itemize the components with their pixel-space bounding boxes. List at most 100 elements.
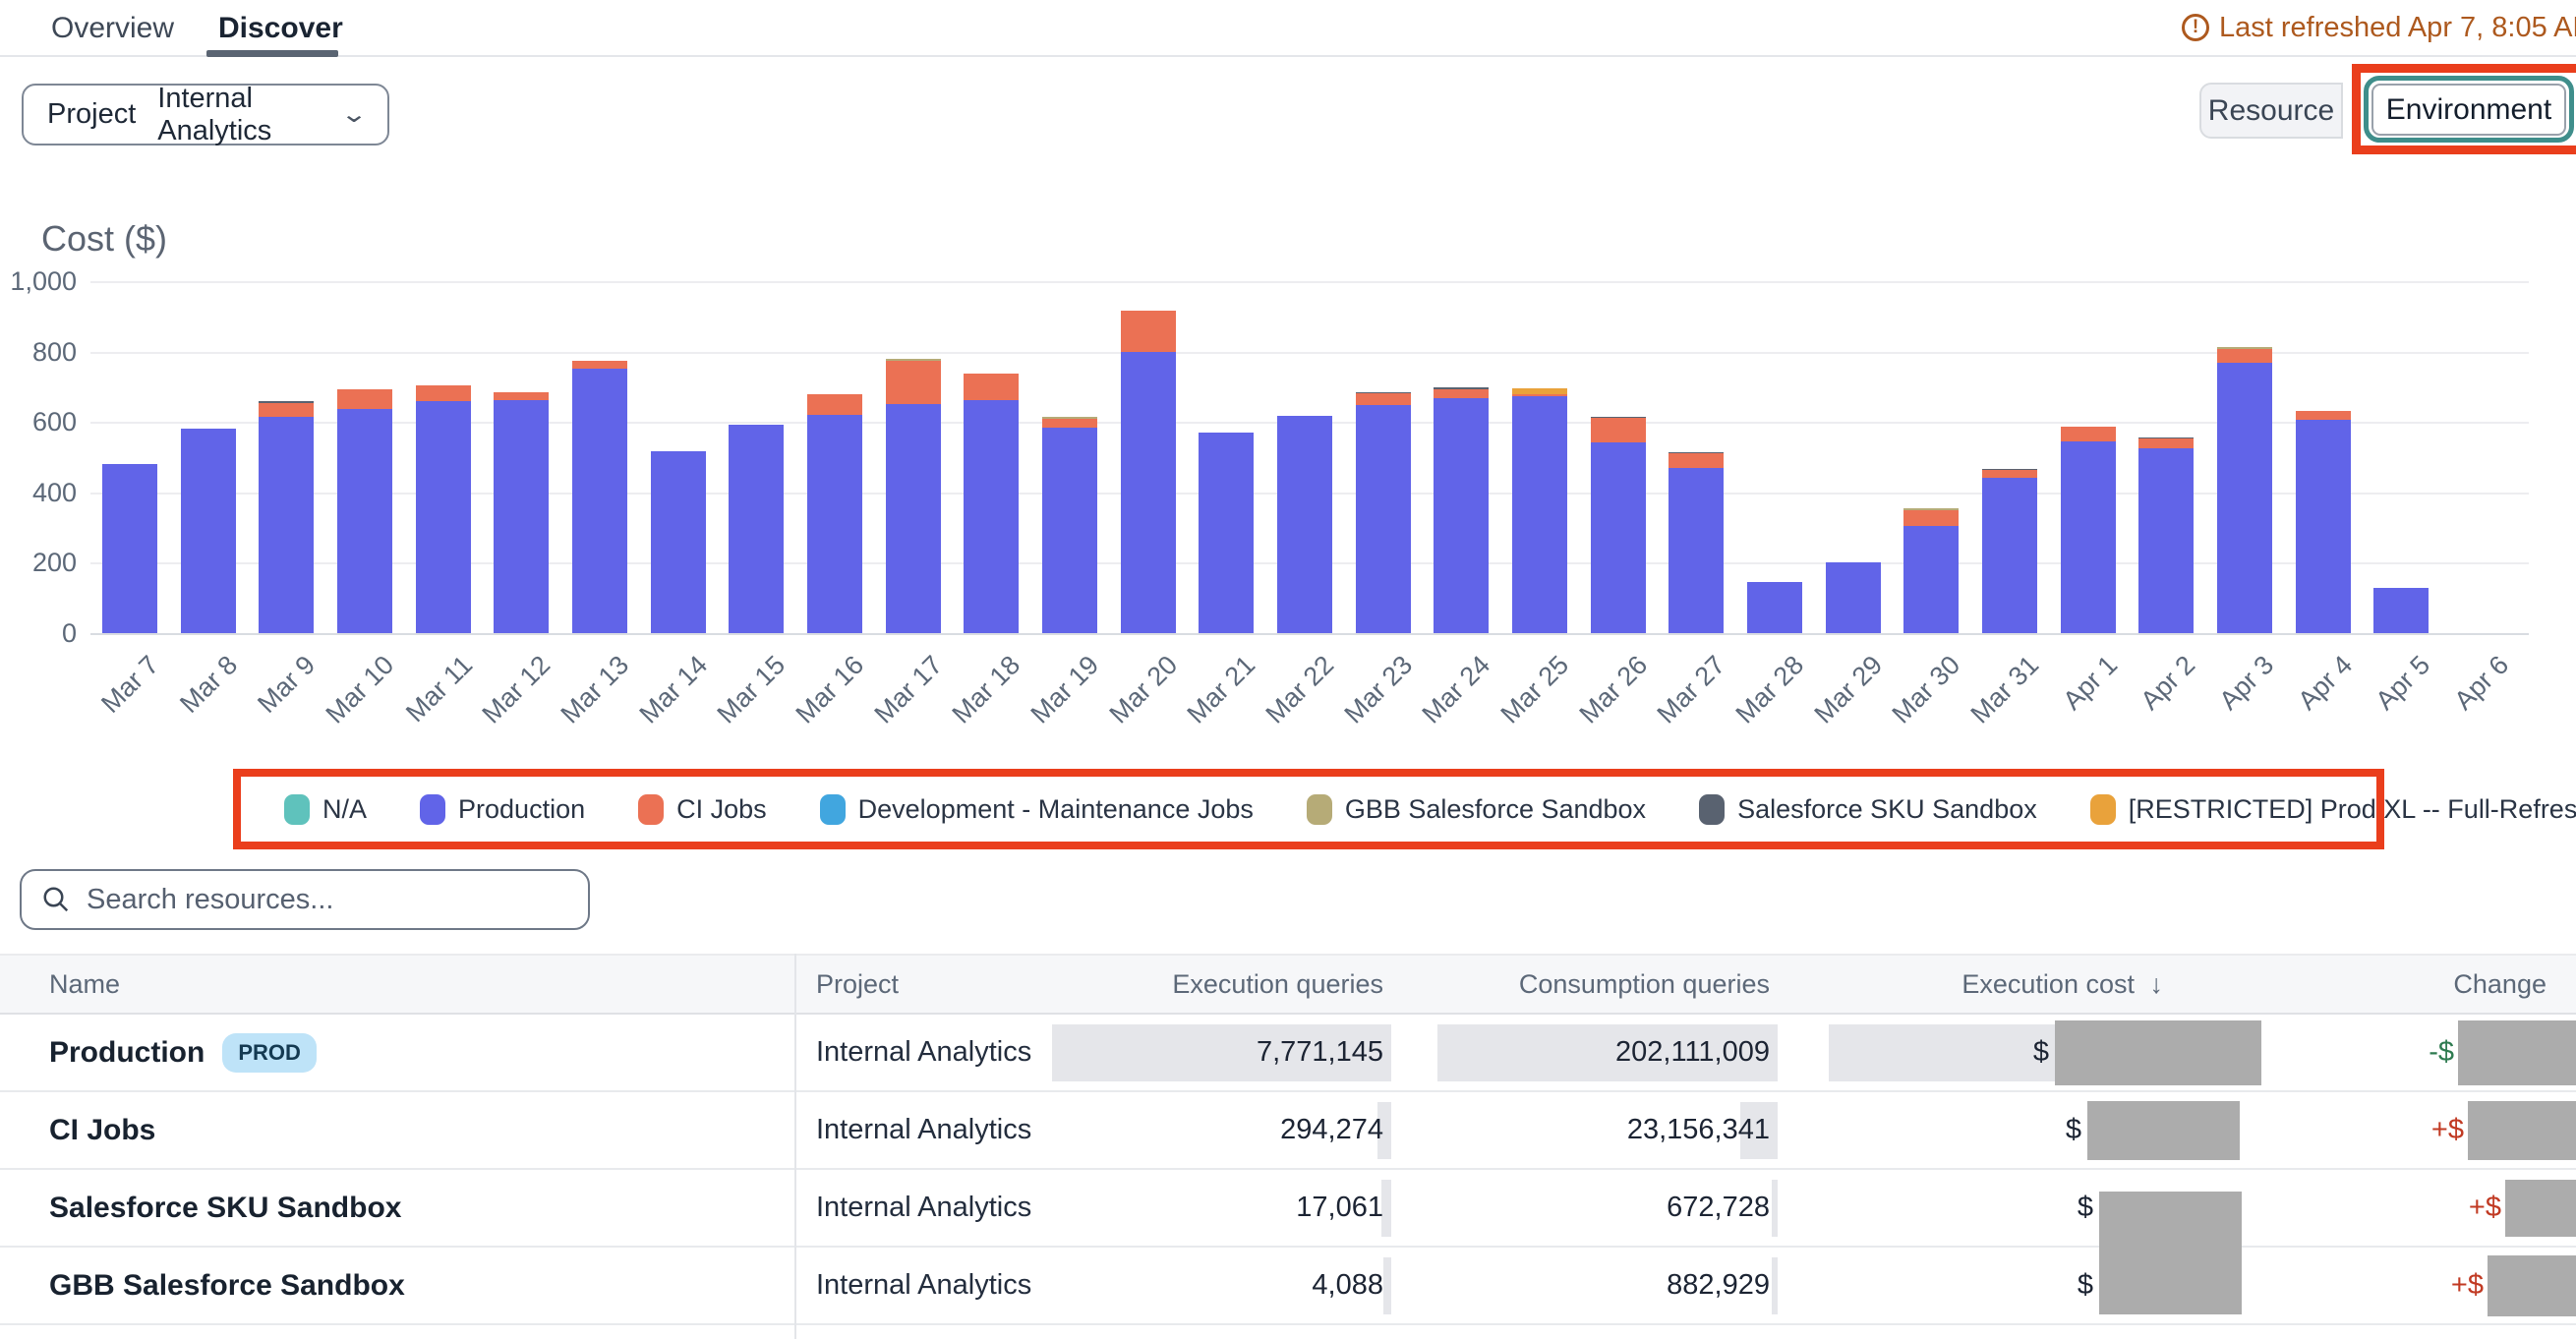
- x-axis-tick-mar-11: Mar 11: [400, 650, 479, 728]
- column-header-execution-queries[interactable]: Execution queries: [1062, 969, 1391, 1000]
- bar-segment-ci-jobs: [1669, 453, 1724, 468]
- column-header-change[interactable]: Change: [2261, 969, 2576, 1000]
- bar-mar-22: [1277, 416, 1332, 633]
- project-cell: Internal Analytics: [794, 1015, 1062, 1090]
- chart-title: Cost ($): [41, 218, 167, 260]
- bar-segment-production: [1277, 416, 1332, 633]
- bar-segment-ci-jobs: [1042, 419, 1097, 428]
- execution-queries-cell: 7,771,145: [1062, 1015, 1391, 1090]
- bar-mar-31: [1982, 469, 2037, 633]
- column-header-consumption-queries[interactable]: Consumption queries: [1391, 969, 1778, 1000]
- project-filter-value: Internal Analytics: [157, 83, 322, 147]
- bar-segment-ci-jobs: [1121, 311, 1176, 352]
- project-filter-dropdown[interactable]: Project Internal Analytics ⌄: [22, 84, 389, 146]
- legend-swatch-icon: [2090, 794, 2116, 825]
- consumption-queries-cell: 672,728: [1391, 1170, 1778, 1246]
- bar-segment-production: [807, 415, 862, 633]
- resource-name-cell[interactable]: Salesforce SKU Sandbox: [0, 1170, 794, 1246]
- redacted-change-block: [2488, 1255, 2576, 1316]
- execution-queries-cell: 4,088: [1062, 1248, 1391, 1323]
- environment-toggle-button[interactable]: Environment: [2371, 84, 2566, 136]
- bar-segment-ci-jobs: [807, 394, 862, 415]
- table-row-salesforce-sku-sandbox[interactable]: Salesforce SKU SandboxInternal Analytics…: [0, 1170, 2576, 1248]
- x-axis-tick-mar-24: Mar 24: [1417, 650, 1496, 729]
- resource-name-cell[interactable]: CI Jobs: [0, 1092, 794, 1168]
- change-cell: +$: [2261, 1170, 2576, 1246]
- bar-segment-production: [1356, 405, 1411, 633]
- y-axis-tick-0: 0: [0, 618, 77, 649]
- resource-name-cell[interactable]: ProductionPROD: [0, 1015, 794, 1090]
- bar-segment-ci-jobs: [964, 374, 1019, 400]
- column-header-project[interactable]: Project: [794, 969, 1062, 1000]
- bar-segment-production: [1121, 352, 1176, 633]
- column-divider: [794, 954, 796, 1339]
- execution-queries-cell-value: 294,274: [1280, 1114, 1383, 1146]
- bar-segment-ci-jobs: [1982, 470, 2037, 478]
- gridline-800: [90, 352, 2529, 354]
- resource-name-cell[interactable]: GBB Salesforce Sandbox: [0, 1248, 794, 1323]
- bar-segment-production: [886, 404, 941, 633]
- table-row-production[interactable]: ProductionPRODInternal Analytics7,771,14…: [0, 1015, 2576, 1092]
- y-axis-tick-600: 600: [0, 407, 77, 437]
- bar-mar-9: [259, 401, 314, 633]
- execution-queries-cell: 294,274: [1062, 1092, 1391, 1168]
- resource-toggle-button[interactable]: Resource: [2199, 83, 2343, 139]
- column-header-execution-cost[interactable]: Execution cost ↓: [1778, 969, 2261, 1000]
- resource-name: Production: [49, 1036, 205, 1070]
- column-header-name[interactable]: Name: [0, 969, 794, 1000]
- bar-segment-ci-jobs: [2061, 427, 2116, 441]
- bar-segment-production: [2061, 441, 2116, 633]
- table-header-row: Name Project Execution queries Consumpti…: [0, 954, 2576, 1015]
- legend-item-production[interactable]: Production: [420, 794, 585, 825]
- y-axis-tick-200: 200: [0, 548, 77, 578]
- consumption-queries-cell: 202,111,009: [1391, 1015, 1778, 1090]
- legend-label: N/A: [322, 794, 367, 825]
- bar-mar-10: [337, 389, 392, 633]
- bar-segment-ci-jobs: [259, 403, 314, 417]
- bar-segment-production: [729, 425, 784, 633]
- bar-segment-ci-jobs: [1356, 393, 1411, 405]
- legend-item-salesforce-sku-sandbox[interactable]: Salesforce SKU Sandbox: [1699, 794, 2037, 825]
- bar-segment-production: [2217, 363, 2272, 633]
- chart-legend-annotation-box: N/A Production CI Jobs Development - Mainte…: [233, 769, 2384, 849]
- change-sign: +$: [2451, 1269, 2484, 1302]
- tab-discover[interactable]: Discover: [218, 12, 343, 45]
- bar-segment-production: [416, 401, 471, 633]
- consumption-queries-cell-value: 882,929: [1667, 1269, 1770, 1302]
- x-axis-tick-mar-8: Mar 8: [174, 650, 244, 720]
- last-refreshed-text: Last refreshed Apr 7, 8:05 AM PDT: [2219, 12, 2576, 44]
- bar-segment-production: [494, 400, 549, 633]
- table-row-ci-jobs[interactable]: CI JobsInternal Analytics294,27423,156,3…: [0, 1092, 2576, 1170]
- redacted-cost-block: [2055, 1020, 2261, 1085]
- legend-swatch-icon: [1699, 794, 1725, 825]
- bar-segment-ci-jobs: [1903, 510, 1959, 526]
- x-axis-tick-apr-6: Apr 6: [2449, 650, 2516, 717]
- bar-mar-24: [1434, 387, 1489, 633]
- x-axis-tick-mar-26: Mar 26: [1573, 650, 1653, 729]
- bar-mar-15: [729, 425, 784, 633]
- search-input[interactable]: [87, 884, 568, 916]
- bar-mar-16: [807, 394, 862, 633]
- chevron-down-icon: ⌄: [340, 100, 368, 129]
- legend-swatch-icon: [820, 794, 846, 825]
- dollar-sign: $: [2078, 1192, 2093, 1224]
- bar-segment-production: [1903, 526, 1959, 633]
- bar-segment-production: [1591, 442, 1646, 633]
- search-box[interactable]: [20, 869, 590, 930]
- bar-mar-14: [651, 451, 706, 633]
- bar-segment-production: [102, 464, 157, 633]
- legend-item-gbb-salesforce-sandbox[interactable]: GBB Salesforce Sandbox: [1307, 794, 1646, 825]
- change-cell: +$: [2261, 1248, 2576, 1323]
- legend-item-development-maintenance-jobs[interactable]: Development - Maintenance Jobs: [820, 794, 1254, 825]
- legend-item-n-a[interactable]: N/A: [284, 794, 367, 825]
- tab-overview[interactable]: Overview: [51, 12, 174, 45]
- bar-mar-18: [964, 374, 1019, 633]
- legend-item-ci-jobs[interactable]: CI Jobs: [638, 794, 767, 825]
- bar-mar-13: [572, 361, 627, 633]
- bar-segment-production: [651, 451, 706, 633]
- bar-segment-production: [1434, 398, 1489, 633]
- execution-cost-cell: $: [1778, 1092, 2261, 1168]
- legend-item--restricted-prod-xl-full-refresh-jobs[interactable]: [RESTRICTED] Prod XL -- Full-Refresh job…: [2090, 794, 2576, 825]
- bar-segment-production: [1042, 428, 1097, 633]
- x-axis-tick-mar-20: Mar 20: [1103, 650, 1183, 729]
